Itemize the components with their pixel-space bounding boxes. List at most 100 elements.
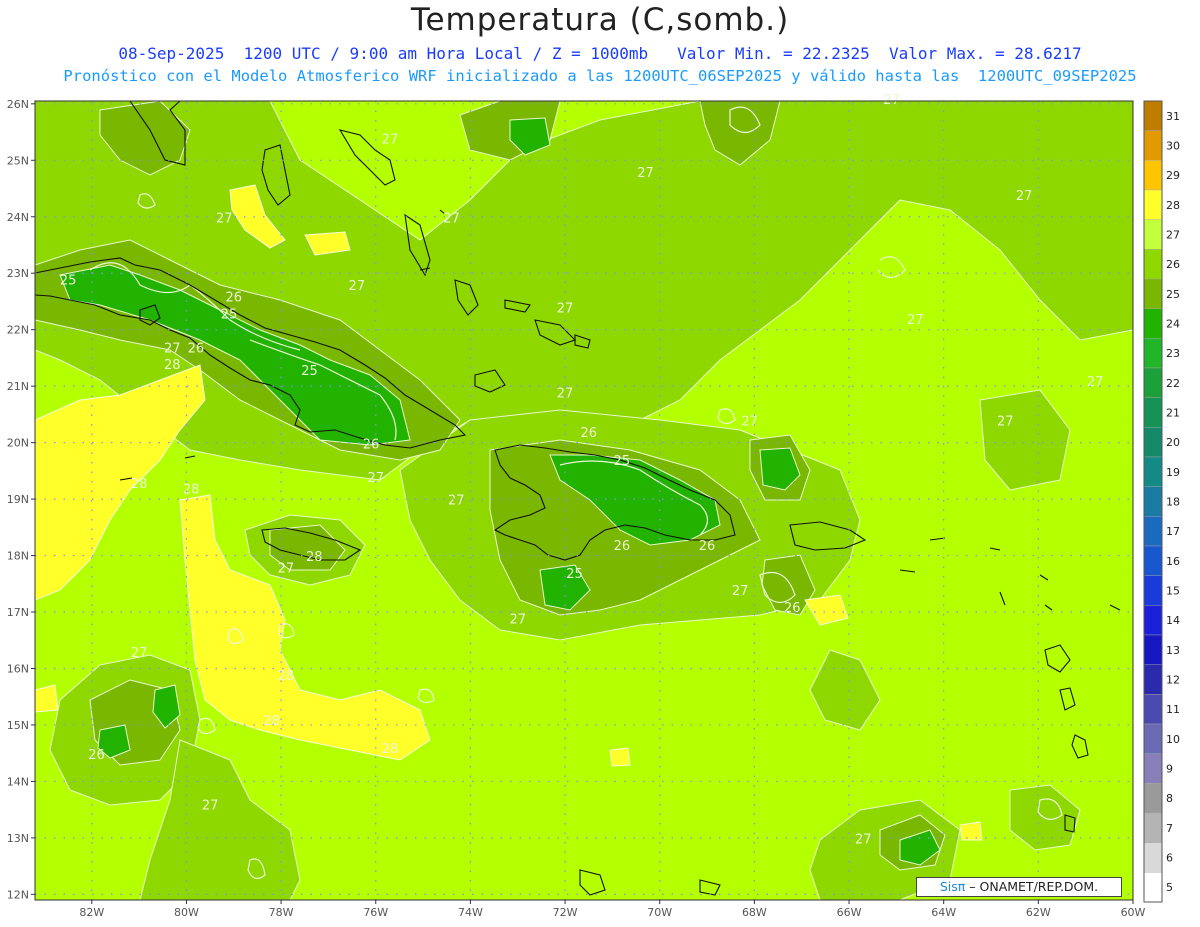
colorbar-swatch <box>1143 397 1163 428</box>
contour-value-label: 26 <box>88 748 105 763</box>
contour-value-label: 28 <box>131 477 148 492</box>
contour-value-label: 27 <box>1087 375 1104 390</box>
colorbar-label: 21 <box>1166 407 1180 420</box>
contour-value-label: 25 <box>221 307 238 322</box>
colorbar-label: 7 <box>1166 822 1173 835</box>
colorbar-swatch <box>1143 664 1163 695</box>
credit-text: – ONAMET/REP.DOM. <box>969 879 1099 894</box>
contour-value-label: 25 <box>566 567 583 582</box>
colorbar-swatch <box>1143 249 1163 280</box>
contour-value-label: 27 <box>1016 189 1033 204</box>
colorbar-label: 14 <box>1166 614 1180 627</box>
lat-tick-label: 17N <box>7 606 29 619</box>
colorbar-label: 25 <box>1166 288 1180 301</box>
contour-value-label: 28 <box>183 482 200 497</box>
credit-box: Sisπ – ONAMET/REP.DOM. <box>916 877 1122 897</box>
lon-tick-label: 68W <box>742 906 767 919</box>
contour-value-label: 27 <box>557 386 574 401</box>
contour-value-label: 26 <box>363 437 380 452</box>
colorbar: 31 30 29 28 27 26 25 24 23 22 21 20 19 18 17 16 15 14 13 12… <box>1143 100 1180 903</box>
colorbar-label: 30 <box>1166 140 1180 153</box>
lat-tick-label: 21N <box>7 380 29 393</box>
colorbar-swatch <box>1143 130 1163 161</box>
contour-value-label: 27 <box>907 313 924 328</box>
colorbar-swatch <box>1143 100 1163 131</box>
colorbar-swatch <box>1143 872 1163 903</box>
lat-tick-label: 19N <box>7 493 29 506</box>
colorbar-label: 5 <box>1166 881 1173 894</box>
colorbar-swatch <box>1143 634 1163 665</box>
colorbar-swatch <box>1143 516 1163 547</box>
contour-value-label: 26 <box>614 539 631 554</box>
contour-value-label: 27 <box>131 646 148 661</box>
field-28-zone <box>609 747 631 767</box>
lat-tick-label: 12N <box>7 888 29 901</box>
contour-value-label: 27 <box>367 471 384 486</box>
lat-tick-label: 24N <box>7 211 29 224</box>
contour-value-label: 27 <box>349 279 366 294</box>
colorbar-label: 17 <box>1166 525 1180 538</box>
contour-value-label: 27 <box>557 302 574 317</box>
lon-tick-label: 60W <box>1121 906 1146 919</box>
lat-tick-label: 22N <box>7 324 29 337</box>
contour-value-label: 28 <box>382 742 399 757</box>
colorbar-label: 9 <box>1166 763 1173 776</box>
colorbar-label: 10 <box>1166 733 1180 746</box>
contour-value-label: 27 <box>443 211 460 226</box>
colorbar-label: 8 <box>1166 792 1173 805</box>
colorbar-swatch <box>1143 575 1163 606</box>
lat-tick-label: 25N <box>7 154 29 167</box>
colorbar-swatch <box>1143 723 1163 754</box>
colorbar-swatch <box>1143 338 1163 369</box>
lon-tick-label: 82W <box>79 906 104 919</box>
contour-value-label: 27 <box>883 93 900 108</box>
contour-value-label: 26 <box>580 426 597 441</box>
colorbar-label: 13 <box>1166 644 1180 657</box>
contour-value-label: 25 <box>60 274 77 289</box>
contour-value-label: 27 <box>637 166 654 181</box>
lat-tick-label: 13N <box>7 832 29 845</box>
lon-tick-label: 70W <box>647 906 672 919</box>
colorbar-swatch <box>1143 812 1163 843</box>
contour-value-label: 28 <box>164 358 181 373</box>
colorbar-label: 31 <box>1166 110 1180 123</box>
colorbar-label: 16 <box>1166 555 1180 568</box>
colorbar-swatch <box>1143 427 1163 458</box>
contour-value-label: 27 <box>855 833 872 848</box>
contour-value-label: 28 <box>278 669 295 684</box>
field-28-zone <box>35 684 59 713</box>
colorbar-label: 15 <box>1166 585 1180 598</box>
lon-tick-label: 76W <box>363 906 388 919</box>
lat-tick-label: 26N <box>7 98 29 111</box>
contour-value-label: 27 <box>216 211 233 226</box>
lat-tick-label: 18N <box>7 550 29 563</box>
contour-value-label: 27 <box>509 612 526 627</box>
lon-tick-label: 64W <box>931 906 956 919</box>
colorbar-label: 23 <box>1166 347 1180 360</box>
temperature-field <box>35 101 1133 900</box>
contour-value-label: 25 <box>614 454 631 469</box>
colorbar-swatch <box>1143 278 1163 309</box>
colorbar-label: 29 <box>1166 169 1180 182</box>
colorbar-label: 22 <box>1166 377 1180 390</box>
contour-value-label: 25 <box>301 364 318 379</box>
colorbar-swatch <box>1143 694 1163 725</box>
lon-tick-label: 80W <box>174 906 199 919</box>
lat-tick-label: 20N <box>7 437 29 450</box>
contour-value-label: 26 <box>226 290 243 305</box>
colorbar-label: 12 <box>1166 674 1180 687</box>
lon-tick-label: 78W <box>269 906 294 919</box>
colorbar-swatch <box>1143 783 1163 814</box>
lon-tick-label: 72W <box>553 906 578 919</box>
field-28-zone <box>959 821 983 841</box>
colorbar-swatch <box>1143 842 1163 873</box>
subtitle-model-info: Pronóstico con el Modelo Atmosferico WRF… <box>63 67 1137 85</box>
lon-tick-label: 66W <box>837 906 862 919</box>
lat-tick-label: 16N <box>7 662 29 675</box>
contour-value-label: 26 <box>699 539 716 554</box>
colorbar-swatch <box>1143 189 1163 220</box>
lat-tick-label: 15N <box>7 719 29 732</box>
colorbar-label: 19 <box>1166 466 1180 479</box>
colorbar-swatch <box>1143 219 1163 250</box>
contour-value-label: 27 <box>997 415 1014 430</box>
